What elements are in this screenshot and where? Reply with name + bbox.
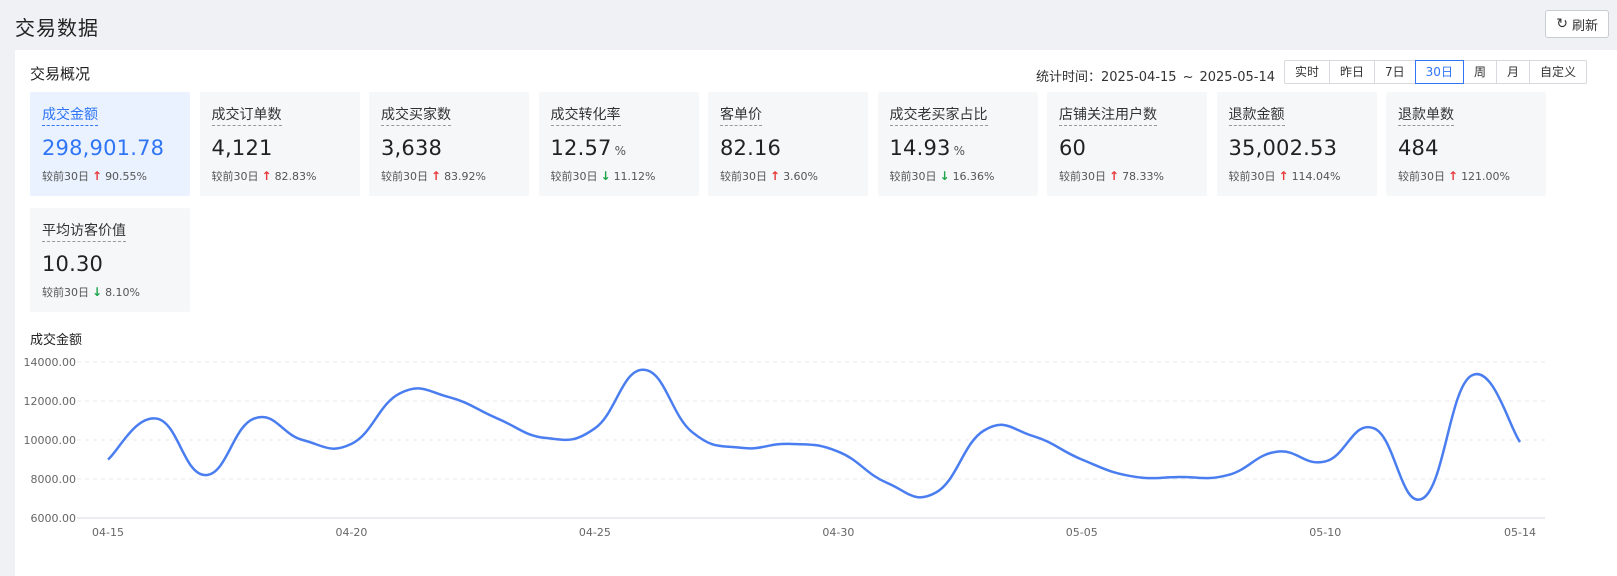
y-tick-label: 12000.00 bbox=[24, 395, 77, 408]
metric-label: 成交转化率 bbox=[550, 104, 621, 126]
metric-label: 退款金额 bbox=[1228, 104, 1285, 126]
metric-compare: 较前30日 ↑ 121.00% bbox=[1398, 169, 1511, 183]
arrow-down-icon: ↓ bbox=[92, 285, 103, 299]
metric-change: 78.33% bbox=[1122, 169, 1165, 183]
x-tick-label: 05-14 bbox=[1504, 526, 1536, 539]
metric-change: 114.04% bbox=[1291, 169, 1341, 183]
arrow-up-icon: ↑ bbox=[1109, 169, 1120, 183]
refresh-icon: ↻ bbox=[1556, 16, 1568, 32]
metric-value: 298,901.78 bbox=[42, 136, 165, 160]
metric-card[interactable]: 成交订单数 4,121 较前30日 ↑ 82.83% bbox=[199, 92, 360, 196]
x-tick-label: 04-20 bbox=[335, 526, 367, 539]
range-tab-5[interactable]: 月 bbox=[1495, 60, 1530, 84]
page-header: 交易数据 ↻ 刷新 bbox=[0, 0, 1617, 50]
range-tab-2[interactable]: 7日 bbox=[1374, 60, 1416, 84]
metric-value: 82.16 bbox=[720, 136, 782, 160]
metric-card[interactable]: 成交买家数 3,638 较前30日 ↑ 83.92% bbox=[369, 92, 529, 196]
range-sep: ~ bbox=[1182, 70, 1194, 85]
metric-value: 3,638 bbox=[381, 136, 443, 160]
metric-change: 83.92% bbox=[444, 169, 487, 183]
x-tick-label: 04-15 bbox=[92, 526, 124, 539]
arrow-up-icon: ↑ bbox=[770, 169, 781, 183]
metric-card[interactable]: 店铺关注用户数 60 较前30日 ↑ 78.33% bbox=[1047, 92, 1207, 196]
metric-compare: 较前30日 ↓ 8.10% bbox=[42, 285, 141, 299]
metric-label: 客单价 bbox=[720, 104, 762, 126]
metric-card[interactable]: 退款金额 35,002.53 较前30日 ↑ 114.04% bbox=[1216, 92, 1377, 196]
metric-card[interactable]: 成交转化率 12.57% 较前30日 ↓ 11.12% bbox=[538, 92, 699, 196]
arrow-down-icon: ↓ bbox=[939, 169, 950, 183]
x-tick-label: 05-10 bbox=[1309, 526, 1341, 539]
range-label: 统计时间： bbox=[1036, 70, 1102, 85]
metric-change: 8.10% bbox=[105, 285, 141, 299]
range-tab-3[interactable]: 30日 bbox=[1414, 60, 1464, 84]
x-tick-label: 05-05 bbox=[1066, 526, 1098, 539]
transaction-amount-chart: 14000.00 12000.00 10000.00 8000.00 6000.00 04… bbox=[24, 356, 1545, 539]
metric-value: 12.57% bbox=[550, 136, 627, 160]
refresh-button[interactable]: ↻ 刷新 bbox=[1545, 10, 1609, 38]
range-tab-1[interactable]: 昨日 bbox=[1329, 60, 1376, 84]
metric-change: 90.55% bbox=[105, 169, 148, 183]
metric-label: 成交订单数 bbox=[211, 104, 282, 126]
range-tab-4[interactable]: 周 bbox=[1462, 60, 1497, 84]
metric-compare: 较前30日 ↑ 83.92% bbox=[381, 169, 487, 183]
metric-compare: 较前30日 ↓ 11.12% bbox=[550, 169, 656, 183]
metric-change: 82.83% bbox=[274, 169, 317, 183]
range-tab-0[interactable]: 实时 bbox=[1284, 60, 1331, 84]
metric-label: 成交金额 bbox=[42, 104, 98, 126]
metric-change: 16.36% bbox=[952, 169, 995, 183]
x-tick-label: 04-25 bbox=[579, 526, 611, 539]
metric-value: 14.93% bbox=[889, 136, 966, 160]
metric-label: 成交老买家占比 bbox=[889, 104, 988, 126]
metric-card[interactable]: 平均访客价值 10.30 较前30日 ↓ 8.10% bbox=[30, 208, 190, 312]
x-tick-label: 04-30 bbox=[822, 526, 854, 539]
arrow-up-icon: ↑ bbox=[431, 169, 442, 183]
range-tab-6[interactable]: 自定义 bbox=[1528, 60, 1587, 84]
metric-change: 3.60% bbox=[783, 169, 819, 183]
range-tabs: 实时 昨日 7日 30日周月自定义 bbox=[1284, 60, 1587, 84]
metric-value: 4,121 bbox=[211, 136, 273, 160]
range-start: 2025-04-15 bbox=[1101, 70, 1177, 85]
metric-label: 退款单数 bbox=[1398, 104, 1454, 126]
arrow-up-icon: ↑ bbox=[1448, 169, 1459, 183]
metric-compare: 较前30日 ↑ 78.33% bbox=[1059, 169, 1165, 183]
metric-compare: 较前30日 ↑ 90.55% bbox=[42, 169, 148, 183]
metric-value: 484 bbox=[1398, 136, 1439, 160]
stat-range: 统计时间：2025-04-15 ~2025-05-14 bbox=[1036, 66, 1275, 85]
overview-panel: 交易概况 统计时间：2025-04-15 ~2025-05-14 实时 昨日 7日 30… bbox=[15, 50, 1617, 576]
metric-unit: % bbox=[953, 144, 966, 158]
metric-compare: 较前30日 ↑ 82.83% bbox=[211, 169, 317, 183]
overview-title: 交易概况 bbox=[30, 65, 91, 83]
series-line bbox=[107, 368, 1522, 501]
metric-label: 平均访客价值 bbox=[42, 220, 126, 242]
refresh-label: 刷新 bbox=[1571, 18, 1598, 34]
arrow-down-icon: ↓ bbox=[600, 169, 611, 183]
metric-label: 店铺关注用户数 bbox=[1059, 104, 1157, 126]
arrow-up-icon: ↑ bbox=[92, 169, 103, 183]
metric-compare: 较前30日 ↑ 3.60% bbox=[720, 169, 819, 183]
y-tick-label: 10000.00 bbox=[24, 434, 77, 447]
page-title: 交易数据 bbox=[15, 16, 99, 40]
metric-card[interactable]: 客单价 82.16 较前30日 ↑ 3.60% bbox=[708, 92, 868, 196]
metric-value: 60 bbox=[1059, 136, 1087, 160]
range-end: 2025-05-14 bbox=[1199, 70, 1276, 85]
arrow-up-icon: ↑ bbox=[1278, 169, 1289, 183]
metric-card[interactable]: 退款单数 484 较前30日 ↑ 121.00% bbox=[1386, 92, 1546, 196]
y-tick-label: 6000.00 bbox=[31, 512, 77, 525]
metric-change: 121.00% bbox=[1461, 169, 1511, 183]
metric-value: 10.30 bbox=[42, 252, 104, 276]
metric-compare: 较前30日 ↓ 16.36% bbox=[889, 169, 995, 183]
metric-card[interactable]: 成交金额 298,901.78 较前30日 ↑ 90.55% bbox=[30, 92, 190, 196]
y-tick-label: 14000.00 bbox=[24, 356, 77, 369]
metric-compare: 较前30日 ↑ 114.04% bbox=[1228, 169, 1341, 183]
metric-label: 成交买家数 bbox=[381, 104, 451, 126]
metric-card[interactable]: 成交老买家占比 14.93% 较前30日 ↓ 16.36% bbox=[877, 92, 1038, 196]
metric-value: 35,002.53 bbox=[1228, 136, 1338, 160]
arrow-up-icon: ↑ bbox=[261, 169, 272, 183]
y-tick-label: 8000.00 bbox=[31, 473, 77, 486]
metric-change: 11.12% bbox=[613, 169, 656, 183]
metric-unit: % bbox=[614, 144, 627, 158]
